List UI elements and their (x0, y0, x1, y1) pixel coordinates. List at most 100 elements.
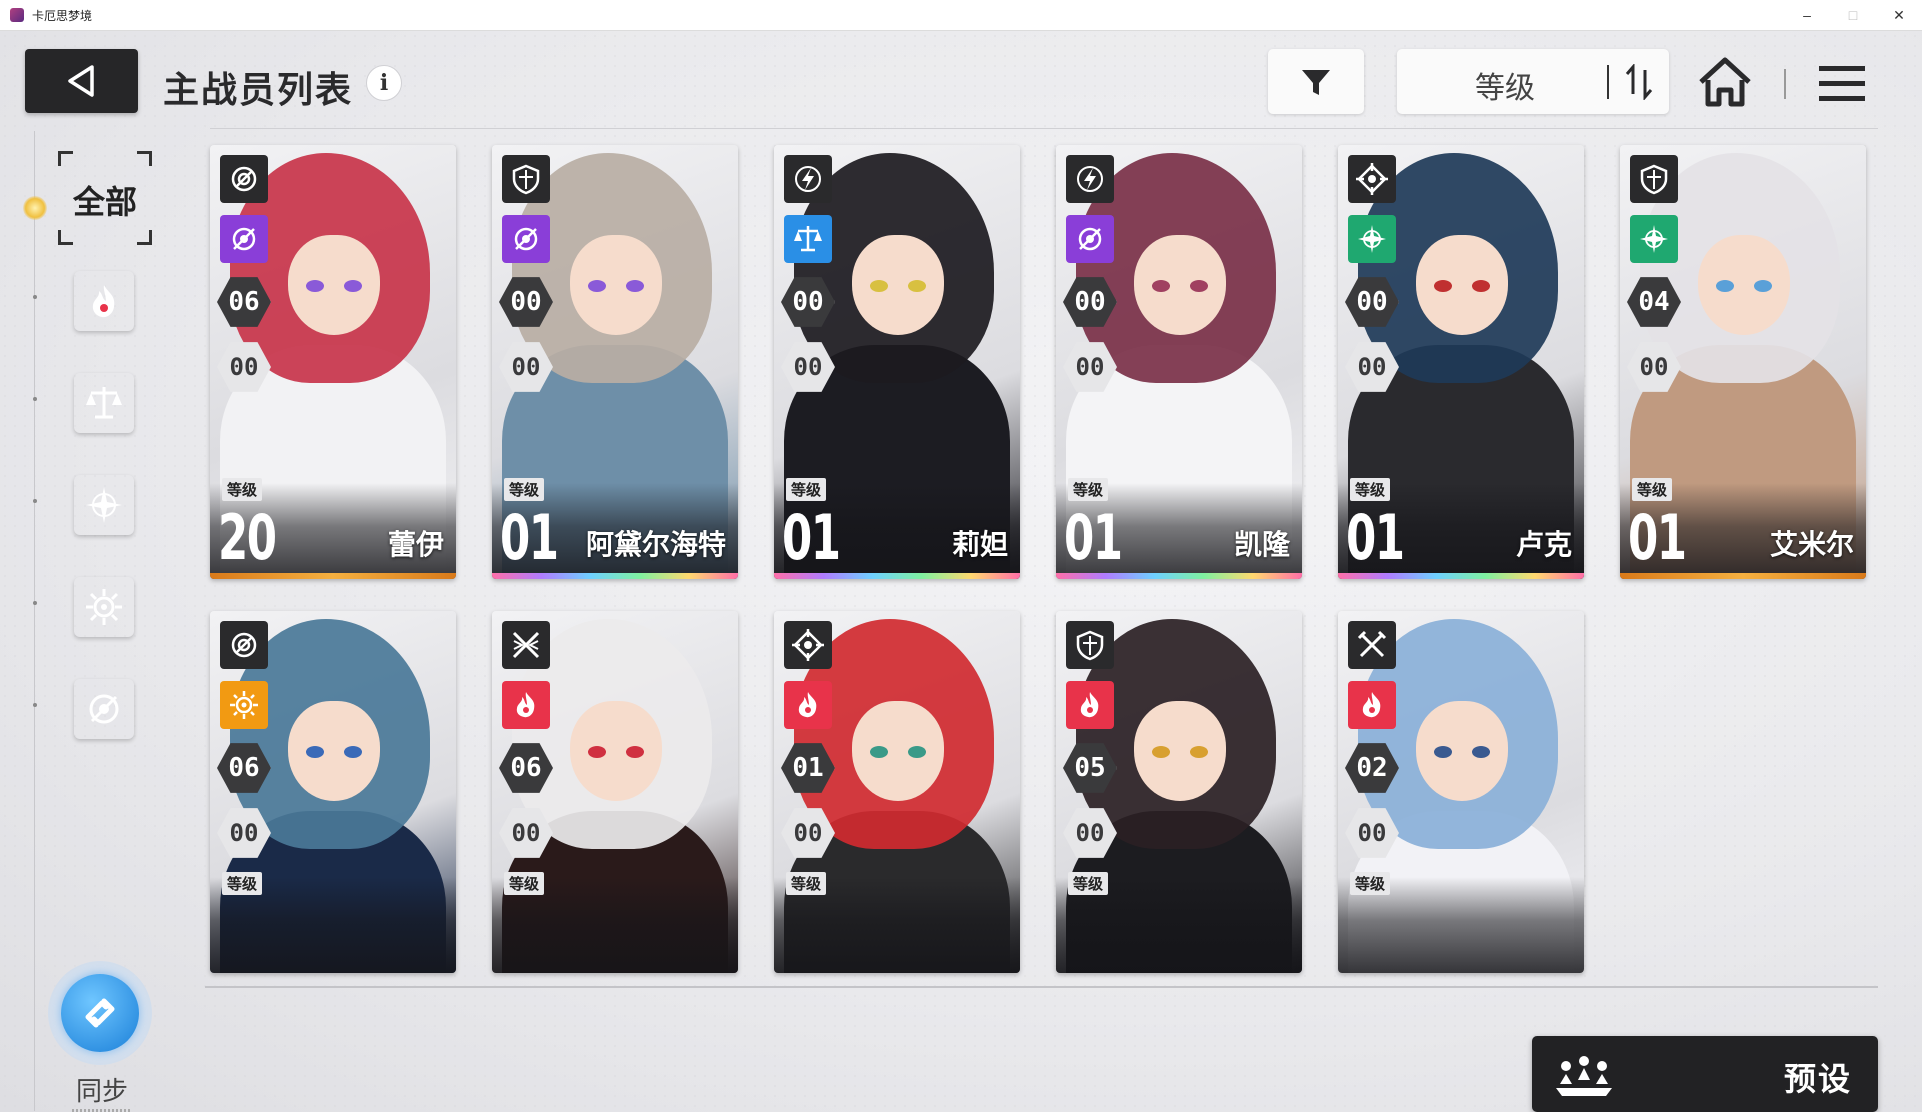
portrait-face (852, 235, 944, 335)
portrait-eye (626, 746, 644, 758)
portrait-eye (588, 746, 606, 758)
shield-icon (1630, 155, 1678, 203)
character-name: 蕾伊 (387, 529, 444, 560)
portrait-face (1134, 701, 1226, 801)
character-name: 阿黛尔海特 (585, 529, 726, 560)
lightning-icon (784, 155, 832, 203)
character-card[interactable]: 00 00 等级 01 阿黛尔海特 (492, 145, 738, 579)
shield-icon (502, 155, 550, 203)
element-void-icon (502, 215, 550, 263)
level-number: 20 (218, 501, 277, 574)
portrait-face (570, 701, 662, 801)
rarity-bar (1056, 573, 1302, 579)
character-name: 莉妲 (951, 529, 1008, 560)
portrait-eye (588, 280, 606, 292)
portrait-face (1698, 235, 1790, 335)
portrait-eye (1190, 280, 1208, 292)
portrait-eye (1190, 746, 1208, 758)
window-title: 卡厄思梦境 (32, 8, 93, 23)
preset-label: 预设 (1784, 1061, 1853, 1097)
character-card[interactable]: 06 00 等级 (492, 611, 738, 973)
window-controls: – □ ✕ (1784, 0, 1922, 30)
crosshair-icon (784, 621, 832, 669)
level-tag: 等级 (1632, 478, 1673, 501)
crosshair-icon (1348, 155, 1396, 203)
close-button[interactable]: ✕ (1876, 0, 1922, 30)
preset-button[interactable]: 预设 (1532, 1036, 1878, 1112)
level-tag: 等级 (786, 872, 827, 895)
rarity-bar (210, 573, 456, 579)
level-tag: 等级 (1350, 872, 1391, 895)
level-tag: 等级 (222, 872, 263, 895)
portrait-face (288, 235, 380, 335)
rarity-bar (1620, 573, 1866, 579)
window-titlebar: 卡厄思梦境 – □ ✕ (0, 0, 1922, 31)
portrait-eye (344, 280, 362, 292)
level-tag: 等级 (786, 478, 827, 501)
target-icon (220, 621, 268, 669)
level-tag: 等级 (1068, 478, 1109, 501)
portrait-face (570, 235, 662, 335)
portrait-face (1134, 235, 1226, 335)
rarity-bar (774, 573, 1020, 579)
minimize-button[interactable]: – (1784, 0, 1830, 30)
portrait-eye (306, 280, 324, 292)
portrait-eye (344, 746, 362, 758)
element-instinct-icon (220, 681, 268, 729)
level-number: 01 (1346, 501, 1405, 574)
portrait-face (288, 701, 380, 801)
portrait-eye (306, 746, 324, 758)
maximize-button[interactable]: □ (1830, 0, 1876, 30)
level-tag: 等级 (504, 478, 545, 501)
level-number: 01 (782, 501, 841, 574)
portrait-eye (1434, 746, 1452, 758)
level-tag: 等级 (504, 872, 545, 895)
character-grid: 06 00 等级 20 蕾伊 00 00 等级 01 阿黛尔海特 00 00 等级 01 莉妲 00 00… (0, 31, 1922, 986)
sync-label: 同步 (75, 1076, 128, 1106)
character-card[interactable]: 05 00 等级 (1056, 611, 1302, 973)
portrait-face (852, 701, 944, 801)
app-area: 主战员列表 i 等级 全部 同步 06 00 等级 20 蕾伊 00 00 等级… (0, 31, 1922, 1112)
grid-bottom-divider (205, 986, 1878, 988)
lightning-icon (1066, 155, 1114, 203)
element-justice-icon (784, 215, 832, 263)
character-card[interactable]: 00 00 等级 01 凯隆 (1056, 145, 1302, 579)
portrait-eye (1152, 746, 1170, 758)
element-passion-icon (1066, 681, 1114, 729)
swords-icon (1348, 621, 1396, 669)
portrait-eye (1754, 280, 1772, 292)
portrait-eye (870, 280, 888, 292)
portrait-eye (1716, 280, 1734, 292)
level-tag: 等级 (222, 478, 263, 501)
portrait-eye (908, 746, 926, 758)
character-card[interactable]: 06 00 等级 20 蕾伊 (210, 145, 456, 579)
portrait-eye (1472, 746, 1490, 758)
character-name: 凯隆 (1233, 529, 1290, 560)
blades-icon (502, 621, 550, 669)
character-card[interactable]: 00 00 等级 01 卢克 (1338, 145, 1584, 579)
level-number: 01 (1064, 501, 1123, 574)
level-tag: 等级 (1068, 872, 1109, 895)
element-void-icon (1066, 215, 1114, 263)
character-card[interactable]: 06 00 等级 (210, 611, 456, 973)
portrait-eye (1434, 280, 1452, 292)
character-card[interactable]: 02 00 等级 (1338, 611, 1584, 973)
link-icon (85, 998, 115, 1028)
element-order-icon (1630, 215, 1678, 263)
element-passion-icon (784, 681, 832, 729)
character-card[interactable]: 04 00 等级 01 艾米尔 (1620, 145, 1866, 579)
rarity-bar (492, 573, 738, 579)
character-card[interactable]: 00 00 等级 01 莉妲 (774, 145, 1020, 579)
app-icon (10, 8, 24, 22)
team-preset-icon (1556, 1056, 1612, 1096)
character-card[interactable]: 01 00 等级 (774, 611, 1020, 973)
portrait-eye (908, 280, 926, 292)
portrait-eye (1472, 280, 1490, 292)
target-icon (220, 155, 268, 203)
level-number: 01 (500, 501, 559, 574)
portrait-face (1416, 235, 1508, 335)
level-tag: 等级 (1350, 478, 1391, 501)
character-name: 艾米尔 (1769, 529, 1854, 560)
element-passion-icon (502, 681, 550, 729)
portrait-eye (626, 280, 644, 292)
